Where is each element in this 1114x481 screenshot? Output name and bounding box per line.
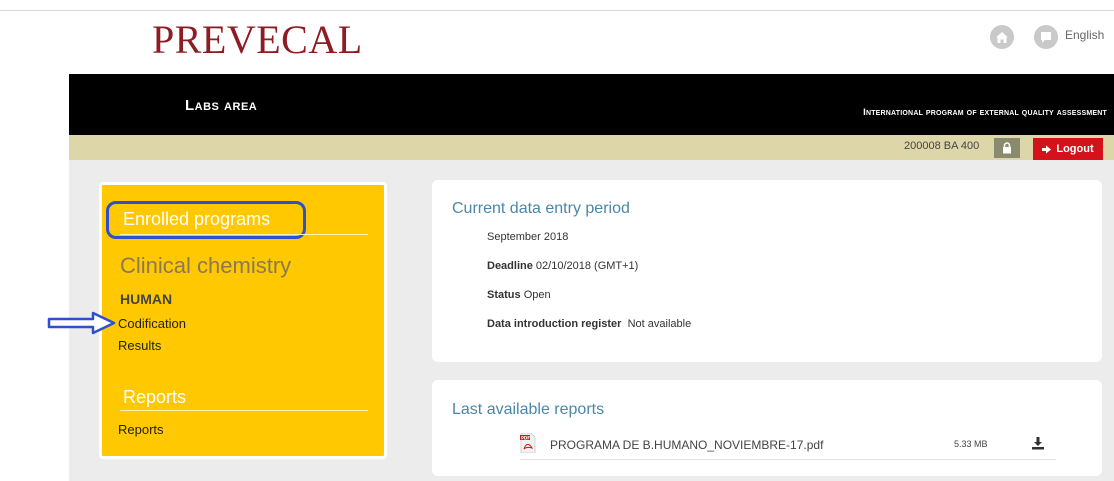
deadline-row: Deadline 02/10/2018 (GMT+1)	[487, 260, 638, 272]
current-period-title: Current data entry period	[452, 200, 630, 217]
program-title: International program of external qualit…	[863, 107, 1107, 118]
register-row: Data introduction register Not available	[487, 318, 691, 330]
lab-code: 200008 BA 400	[904, 140, 980, 152]
area-title: Labs area	[185, 97, 258, 114]
home-icon[interactable]	[990, 25, 1014, 49]
status-label: Status	[487, 289, 521, 301]
register-value: Not available	[627, 318, 692, 330]
file-name[interactable]: PROGRAMA DE B.HUMANO_NOVIEMBRE-17.pdf	[550, 438, 823, 452]
status-row: Status Open	[487, 289, 551, 301]
deadline-value: 02/10/2018 (GMT+1)	[535, 260, 639, 272]
period-value: September 2018	[487, 231, 569, 243]
deadline-label: Deadline	[487, 260, 533, 272]
pdf-file-icon: PDF	[520, 433, 536, 453]
logout-icon	[1042, 145, 1052, 153]
reports-card: Last available reports PDF PROGRAMA DE B…	[432, 380, 1102, 476]
logo[interactable]: PREVECAL	[152, 18, 363, 62]
divider	[120, 234, 368, 235]
annotation-arrow-icon	[47, 311, 116, 335]
flag-icon[interactable]	[1034, 25, 1058, 49]
language-selector[interactable]: English	[1065, 28, 1104, 42]
subprogram-label: HUMAN	[120, 291, 173, 307]
logout-label: Logout	[1056, 143, 1094, 155]
sidebar-item-results[interactable]: Results	[118, 338, 161, 353]
svg-text:PDF: PDF	[521, 435, 530, 440]
enrolled-programs-heading: Enrolled programs	[123, 209, 271, 229]
current-period-card: Current data entry period September 2018…	[432, 180, 1102, 362]
download-icon[interactable]	[1031, 436, 1045, 450]
reports-heading: Reports	[123, 387, 187, 407]
register-label: Data introduction register	[487, 318, 622, 330]
sidebar-item-codification[interactable]: Codification	[118, 316, 186, 331]
file-size: 5.33 MB	[954, 439, 988, 449]
sidebar-item-reports[interactable]: Reports	[118, 422, 164, 437]
program-name: Clinical chemistry	[120, 253, 292, 278]
top-divider	[0, 10, 1114, 11]
status-value: Open	[523, 289, 551, 301]
lock-icon[interactable]	[994, 138, 1020, 158]
reports-title: Last available reports	[452, 401, 605, 418]
logout-button[interactable]: Logout	[1033, 138, 1103, 160]
divider	[120, 410, 368, 411]
list-item[interactable]: PDF PROGRAMA DE B.HUMANO_NOVIEMBRE-17.pd…	[520, 432, 1056, 460]
